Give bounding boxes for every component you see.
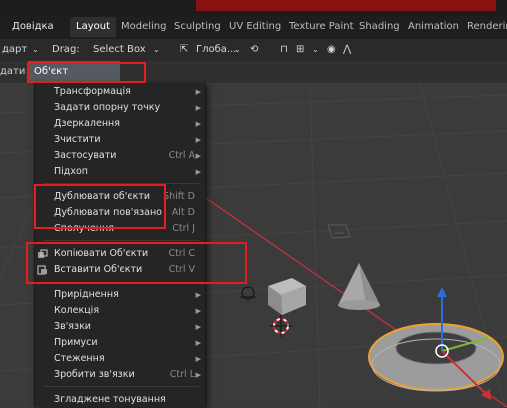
- submenu-arrow-icon: ▶: [195, 136, 201, 144]
- chevron-down-icon[interactable]: ⌄: [153, 39, 160, 61]
- camera-object[interactable]: [327, 224, 351, 239]
- menu-separator: [43, 386, 199, 387]
- window-title-bar: [196, 0, 496, 11]
- menu-item-collection[interactable]: Колекція ▶: [35, 303, 205, 319]
- paste-icon: [37, 265, 47, 275]
- menu-item-parent[interactable]: Приріднення ▶: [35, 287, 205, 303]
- submenu-arrow-icon: ▶: [195, 88, 201, 96]
- submenu-arrow-icon: ▶: [195, 152, 201, 160]
- submenu-arrow-icon: ▶: [195, 120, 201, 128]
- menu-item-links[interactable]: Зв'язки ▶: [35, 319, 205, 335]
- menu-object[interactable]: Об'єкт: [28, 61, 120, 83]
- submenu-arrow-icon: ▶: [195, 371, 201, 379]
- torus-object[interactable]: [368, 323, 504, 392]
- menu-item-transform[interactable]: Трансформація ▶: [35, 84, 205, 100]
- menu-item-constraints[interactable]: Примуси ▶: [35, 335, 205, 351]
- menu-separator: [43, 240, 199, 241]
- tab-modeling[interactable]: Modeling: [115, 17, 173, 37]
- chevron-down-icon[interactable]: ⌄: [312, 39, 319, 61]
- tab-texture-paint[interactable]: Texture Paint: [283, 17, 360, 37]
- proportional-edit-icon[interactable]: ◉: [327, 39, 336, 61]
- snap-target-icon[interactable]: ⊞: [296, 39, 304, 61]
- submenu-arrow-icon: ▶: [195, 291, 201, 299]
- tab-uv-editing[interactable]: UV Editing: [223, 17, 287, 37]
- drag-label: Drag:: [52, 44, 80, 55]
- tool-header: дарт ⌄ Drag: Select Box ⌄ ⇱ Глоба... ⌄ ⟲…: [0, 39, 507, 61]
- menu-help[interactable]: Довідка: [12, 15, 54, 39]
- menu-item-join[interactable]: Сполучення Ctrl J: [35, 221, 205, 237]
- menu-item-clear[interactable]: Зчистити ▶: [35, 132, 205, 148]
- light-object[interactable]: [240, 286, 256, 300]
- submenu-arrow-icon: ▶: [195, 355, 201, 363]
- menu-item-mirror[interactable]: Дзеркалення ▶: [35, 116, 205, 132]
- chevron-down-icon[interactable]: ⌄: [32, 39, 39, 61]
- viewport-header: дати Об'єкт: [0, 61, 507, 83]
- tab-rendering[interactable]: Rendering: [461, 17, 507, 37]
- submenu-arrow-icon: ▶: [195, 104, 201, 112]
- window-title-strip: [0, 0, 507, 15]
- submenu-arrow-icon: ▶: [195, 307, 201, 315]
- top-menu-bar: Довідка Layout Modeling Sculpting UV Edi…: [0, 15, 507, 39]
- drag-select-dropdown[interactable]: Select Box: [93, 39, 146, 61]
- orientation-dropdown[interactable]: Глоба...: [196, 39, 236, 61]
- menu-item-copy-objects[interactable]: Копіювати Об'єкти Ctrl C: [35, 246, 205, 262]
- menu-separator: [43, 183, 199, 184]
- mode-dropdown[interactable]: дарт: [2, 39, 27, 61]
- menu-item-duplicate-objects[interactable]: Дублювати об'єкти Shift D: [35, 189, 205, 205]
- menu-add[interactable]: дати: [0, 61, 25, 83]
- menu-item-apply[interactable]: Застосувати Ctrl A ▶: [35, 148, 205, 164]
- cube-object[interactable]: [268, 278, 306, 315]
- menu-item-make-links[interactable]: Зробити зв'язки Ctrl L ▶: [35, 367, 205, 383]
- menu-item-track[interactable]: Стеження ▶: [35, 351, 205, 367]
- tab-shading[interactable]: Shading: [353, 17, 406, 37]
- menu-item-shade-smooth[interactable]: Згладжене тонування: [35, 392, 205, 408]
- submenu-arrow-icon: ▶: [195, 323, 201, 331]
- tab-animation[interactable]: Animation: [402, 17, 465, 37]
- chevron-down-icon[interactable]: ⌄: [234, 39, 241, 61]
- menu-item-paste-objects[interactable]: Вставити Об'єкти Ctrl V: [35, 262, 205, 278]
- copy-icon: [38, 249, 48, 258]
- pivot-point-icon[interactable]: ⟲: [250, 39, 258, 61]
- menu-item-snap[interactable]: Підхоп ▶: [35, 164, 205, 180]
- snap-icon[interactable]: ⊓: [280, 39, 288, 61]
- submenu-arrow-icon: ▶: [195, 339, 201, 347]
- submenu-arrow-icon: ▶: [195, 168, 201, 176]
- menu-item-duplicate-linked[interactable]: Дублювати пов'язано Alt D: [35, 205, 205, 221]
- 3d-cursor-icon[interactable]: [270, 315, 292, 337]
- cone-object[interactable]: [338, 263, 380, 310]
- transform-orientation-icon[interactable]: ⇱: [180, 39, 188, 61]
- object-menu-dropdown: Трансформація ▶ Задати опорну точку ▶ Дзер…: [34, 83, 206, 407]
- tab-layout[interactable]: Layout: [70, 17, 116, 37]
- menu-separator: [43, 283, 199, 284]
- falloff-icon[interactable]: ⋀: [343, 39, 351, 61]
- tab-sculpting[interactable]: Sculpting: [168, 17, 227, 37]
- menu-item-set-origin[interactable]: Задати опорну точку ▶: [35, 100, 205, 116]
